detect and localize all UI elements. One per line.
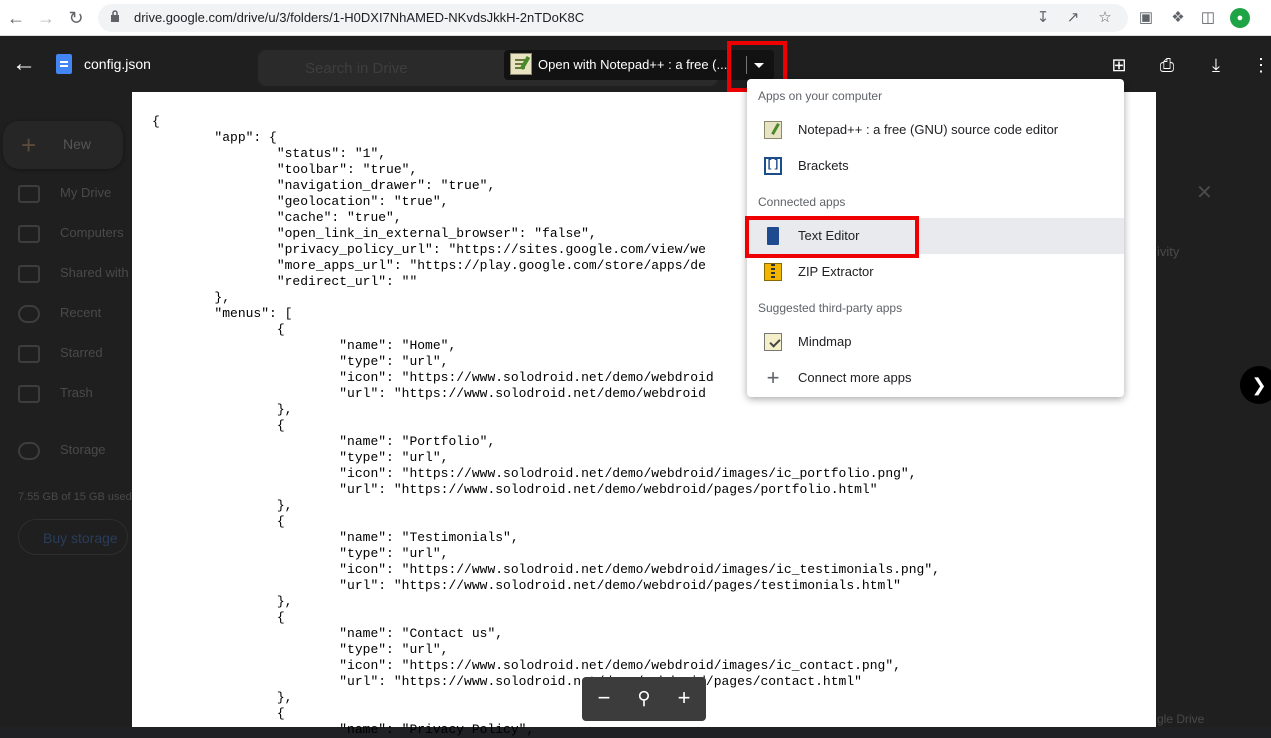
add-comment-icon[interactable]: ⊞ (1108, 54, 1130, 76)
sidebar-item-computers: Computers (18, 221, 124, 245)
plus-icon: + (766, 365, 780, 390)
more-options-icon[interactable]: ⋮ (1250, 54, 1271, 76)
plus-icon: + (21, 130, 37, 160)
new-button: + New (3, 121, 123, 169)
back-icon[interactable]: ← (4, 6, 28, 30)
storage-usage-text: 7.55 GB of 15 GB used (18, 491, 132, 503)
forward-icon[interactable]: → (34, 6, 58, 30)
star-icon (18, 344, 40, 363)
sidebar-item-my-drive: My Drive (18, 181, 111, 205)
mindmap-icon (764, 333, 782, 351)
close-details-icon: ✕ (1196, 182, 1213, 204)
install-icon[interactable]: ↧ (1033, 8, 1053, 28)
zoom-in-icon[interactable]: + (672, 686, 696, 710)
reload-icon[interactable]: ↻ (64, 6, 88, 30)
profile-avatar-icon[interactable]: ● (1230, 8, 1250, 28)
menu-item-zip-extractor[interactable]: ZIP Extractor (747, 254, 1124, 290)
file-name: config.json (84, 56, 151, 72)
sidebar-item-storage: Storage (18, 438, 106, 462)
drive-icon (18, 184, 40, 203)
menu-item-connect-more-apps[interactable]: + Connect more apps (747, 360, 1124, 396)
menu-section-suggested: Suggested third-party apps (758, 301, 903, 315)
zoom-out-icon[interactable]: − (592, 686, 616, 710)
print-icon[interactable]: ⎙ (1156, 54, 1178, 76)
drive-footer-fragment: gle Drive (1157, 712, 1205, 726)
sidebar-item-starred: Starred (18, 341, 103, 365)
doc-file-icon (56, 54, 72, 74)
clock-icon (18, 304, 40, 323)
sidebar-item-recent: Recent (18, 301, 101, 325)
open-with-label: Open with Notepad++ : a free (... (538, 57, 728, 72)
zoom-reset-icon[interactable]: ⚲ (632, 686, 656, 710)
url-text: drive.google.com/drive/u/3/folders/1-H0D… (134, 10, 585, 25)
new-button-label: New (63, 136, 92, 152)
activity-label-fragment: ivity (1157, 244, 1180, 259)
people-icon (18, 264, 40, 283)
address-bar[interactable]: drive.google.com/drive/u/3/folders/1-H0D… (98, 4, 1128, 32)
browser-toolbar: ← → ↻ drive.google.com/drive/u/3/folders… (0, 0, 1271, 36)
text-editor-highlight (745, 216, 919, 258)
menu-section-connected: Connected apps (758, 195, 846, 209)
lock-icon (111, 10, 119, 22)
sidebar-item-shared: Shared with me (18, 261, 150, 285)
menu-item-brackets[interactable]: Brackets (747, 148, 1124, 184)
cloud-icon (18, 441, 40, 460)
buy-storage-button: Buy storage (18, 519, 128, 555)
menu-item-notepad[interactable]: Notepad++ : a free (GNU) source code edi… (747, 112, 1124, 148)
menu-section-computer: Apps on your computer (758, 89, 883, 103)
menu-item-mindmap[interactable]: Mindmap (747, 324, 1124, 360)
extensions-icon[interactable]: ❖ (1168, 8, 1188, 28)
brackets-icon (764, 157, 782, 175)
zip-extractor-icon (764, 263, 782, 281)
next-file-chevron-icon[interactable]: ❯ (1240, 366, 1271, 404)
share-icon[interactable]: ↗ (1063, 8, 1083, 28)
caret-down-icon (754, 63, 764, 68)
close-viewer-back-icon[interactable]: ← (12, 51, 38, 77)
download-icon[interactable]: ⤓ (1205, 54, 1227, 76)
sidebar-item-trash: Trash (18, 381, 93, 405)
trash-icon (18, 384, 40, 403)
bookmark-star-icon[interactable]: ☆ (1095, 8, 1115, 28)
notepad-icon (764, 121, 782, 139)
computer-icon (18, 224, 40, 243)
side-panel-icon[interactable]: ◫ (1198, 8, 1218, 28)
screenshot-icon[interactable]: ▣ (1136, 8, 1156, 28)
zoom-controls: − ⚲ + (582, 677, 706, 721)
notepad-icon (510, 53, 532, 75)
details-panel: ivity ✕ gle Drive (1156, 92, 1271, 727)
